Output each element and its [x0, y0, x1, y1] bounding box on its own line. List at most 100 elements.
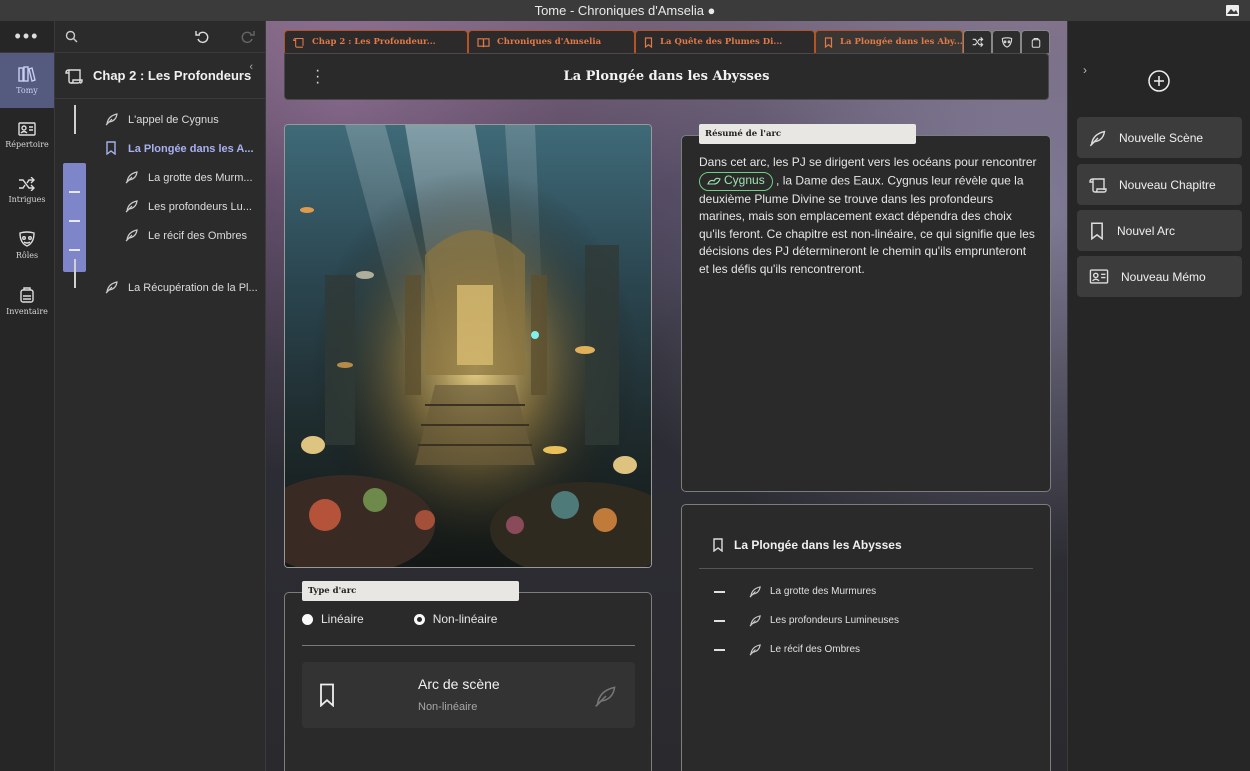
bookmark-icon — [644, 36, 653, 48]
rail-item-intrigues[interactable]: Intrigues — [0, 163, 54, 218]
tab-intrigues[interactable] — [963, 30, 992, 53]
new-memo-button[interactable]: Nouveau Mémo — [1077, 256, 1242, 297]
radio-non-lineaire[interactable]: Non-linéaire — [413, 612, 498, 626]
tree-header: Chap 2 : Les Profondeurs ... ‹ — [55, 53, 265, 99]
shuffle-icon — [972, 37, 984, 47]
feather-icon — [125, 170, 141, 186]
arc-scene-box[interactable]: Arc de scène Non-linéaire — [302, 662, 635, 728]
rail-item-tomy[interactable]: Tomy — [0, 53, 54, 108]
window-titlebar: Tome - Chroniques d'Amselia ● — [0, 0, 1250, 21]
window-title: Tome - Chroniques d'Amselia ● — [534, 3, 716, 18]
scene-box-title: Arc de scène — [418, 676, 500, 692]
tree-item-scene[interactable]: Le récif des Ombres — [55, 221, 265, 250]
feather-icon — [749, 614, 762, 627]
arc-scene-label: Les profondeurs Lumineuses — [770, 615, 899, 626]
arc-type-card: Type d'arc Linéaire Non-linéaire Arc de … — [284, 581, 652, 771]
summary-tag: Résumé de l'arc — [699, 124, 916, 144]
new-scene-button[interactable]: Nouvelle Scène — [1077, 117, 1242, 158]
feather-icon — [125, 199, 141, 215]
feather-icon — [749, 643, 762, 656]
books-icon — [18, 66, 36, 82]
tree-item-scene[interactable]: Les profondeurs Lu... — [55, 192, 265, 221]
undo-icon[interactable] — [195, 30, 210, 44]
radio-label: Non-linéaire — [432, 612, 498, 626]
arc-scene-row[interactable]: Le récif des Ombres — [714, 643, 860, 656]
tab-quest[interactable]: La Quête des Plumes Di... — [635, 30, 815, 53]
tree-item-label: La Récupération de la Pl... — [128, 281, 258, 294]
rail-item-repertoire[interactable]: Répertoire — [0, 108, 54, 163]
action-label: Nouvel Arc — [1117, 223, 1176, 238]
tab-tome[interactable]: Chroniques d'Amselia — [468, 30, 635, 53]
arc-cover-image[interactable] — [284, 124, 652, 568]
tree-item-label: Les profondeurs Lu... — [148, 200, 252, 213]
rail-item-label: Intrigues — [8, 195, 46, 204]
feather-icon — [125, 228, 141, 244]
action-label: Nouvelle Scène — [1119, 130, 1204, 145]
tree-item-scene[interactable]: L'appel de Cygnus — [55, 105, 265, 134]
character-chip[interactable]: Cygnus — [699, 171, 773, 191]
tree-item-scene[interactable]: La grotte des Murm... — [55, 163, 265, 192]
backpack-icon — [19, 286, 35, 303]
rail-item-label: Répertoire — [5, 140, 49, 149]
tree-connector — [74, 105, 76, 134]
bookmark-icon — [1089, 222, 1105, 240]
arc-scenes-card: La Plongée dans les Abysses La grotte de… — [681, 504, 1051, 771]
chevron-right-icon[interactable]: › — [1083, 63, 1087, 77]
tab-roles[interactable] — [992, 30, 1021, 53]
arc-scene-label: Le récif des Ombres — [770, 644, 861, 655]
rail-item-inventaire[interactable]: Inventaire — [0, 273, 54, 328]
tab-label: Chroniques d'Amselia — [497, 37, 602, 47]
summary-text[interactable]: Dans cet arc, les PJ se dirigent vers le… — [699, 154, 1039, 279]
backpack-icon — [1031, 37, 1041, 48]
rail-item-label: Tomy — [16, 86, 38, 95]
feather-icon — [749, 585, 762, 598]
radio-lineaire[interactable]: Linéaire — [302, 612, 364, 626]
rail-item-label: Inventaire — [6, 306, 48, 316]
arc-scene-row[interactable]: Les profondeurs Lumineuses — [714, 614, 899, 627]
radio-label: Linéaire — [321, 612, 364, 626]
tab-label: Chap 2 : Les Profondeur... — [312, 37, 436, 47]
redo-icon[interactable] — [240, 30, 255, 44]
new-chapter-button[interactable]: Nouveau Chapitre — [1077, 164, 1242, 205]
tree-item-label: L'appel de Cygnus — [128, 113, 219, 126]
search-icon[interactable] — [65, 30, 78, 43]
tab-chapter[interactable]: Chap 2 : Les Profondeur... — [284, 30, 468, 53]
feather-icon — [1089, 129, 1107, 147]
arc-scenes-header: La Plongée dans les Abysses — [712, 538, 902, 552]
tab-inventaire[interactable] — [1021, 30, 1050, 53]
tab-arc-active[interactable]: La Plongée dans les Aby... — [815, 30, 963, 53]
arc-scene-row[interactable]: La grotte des Murmures — [714, 585, 876, 598]
new-arc-button[interactable]: Nouvel Arc — [1077, 210, 1242, 251]
open-book-icon — [477, 37, 490, 48]
action-label: Nouveau Chapitre — [1119, 177, 1216, 192]
tab-label: La Plongée dans les Aby... — [840, 37, 963, 47]
collapse-panel-icon[interactable]: ‹ — [249, 61, 253, 73]
tree-header-title: Chap 2 : Les Profondeurs ... — [93, 68, 255, 83]
add-circle-icon[interactable] — [1148, 70, 1170, 92]
expanded-arc-bar — [63, 163, 86, 272]
tree-item-scene[interactable]: La Récupération de la Pl... — [55, 273, 265, 302]
image-icon[interactable] — [1225, 3, 1240, 18]
tree-item-arc-active[interactable]: La Plongée dans les A... — [55, 134, 265, 163]
contact-card-icon — [18, 122, 36, 136]
shuffle-icon — [18, 177, 36, 191]
kebab-menu-icon[interactable]: · · · — [315, 63, 320, 91]
document-title: La Plongée dans les Abysses — [563, 69, 770, 84]
bookmark-icon — [824, 36, 833, 48]
tree-item-label: La Plongée dans les A... — [128, 142, 254, 155]
mask-icon — [1001, 36, 1013, 48]
radio-dot-selected — [413, 613, 425, 625]
chip-label: Cygnus — [724, 173, 765, 188]
tree-connector — [74, 259, 76, 288]
feather-icon — [105, 112, 121, 128]
tree-panel: Chap 2 : Les Profondeurs ... ‹ L'appel d… — [55, 21, 266, 771]
feather-icon — [594, 684, 618, 708]
scene-box-subtitle: Non-linéaire — [418, 701, 478, 713]
scroll-icon — [1089, 177, 1107, 193]
main-area: Chap 2 : Les Profondeur... Chroniques d'… — [266, 21, 1067, 771]
bookmark-icon — [712, 538, 724, 552]
actions-panel: › Nouvelle Scène Nouveau Chapitre Nouvel… — [1067, 21, 1250, 771]
document-header: · · · La Plongée dans les Abysses — [284, 53, 1049, 100]
more-menu-icon[interactable]: ••• — [0, 21, 54, 53]
rail-item-roles[interactable]: Rôles — [0, 218, 54, 273]
